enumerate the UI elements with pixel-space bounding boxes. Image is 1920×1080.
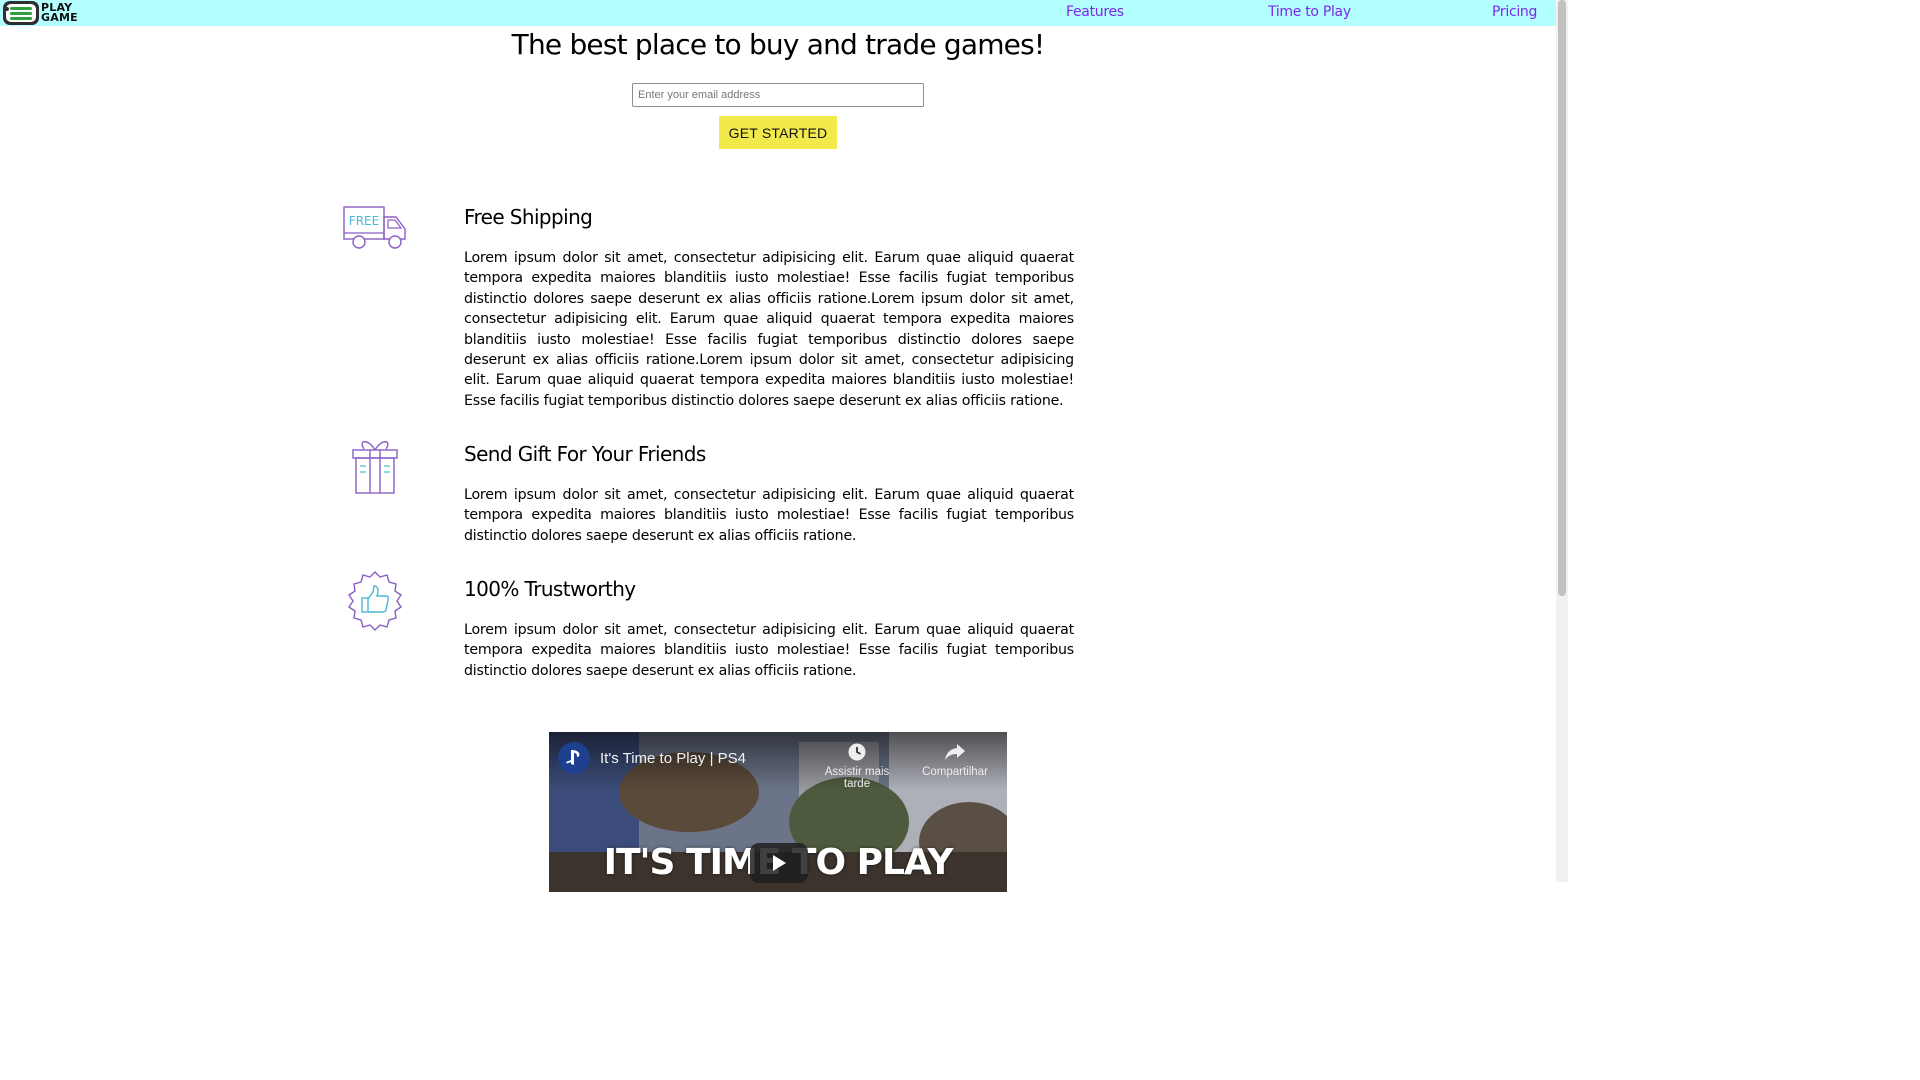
feature-text-send-gift: Lorem ipsum dolor sit amet, consectetur … — [464, 487, 1074, 544]
nav-link-time-to-play[interactable]: Time to Play — [1268, 4, 1351, 20]
free-shipping-truck-icon: FREE — [343, 206, 406, 249]
feature-text-free-shipping: Lorem ipsum dolor sit amet, consectetur … — [464, 250, 1074, 409]
playstation-icon[interactable] — [558, 742, 590, 774]
nav-link-pricing[interactable]: Pricing — [1492, 4, 1537, 20]
email-input[interactable] — [632, 83, 924, 107]
nav-link-features[interactable]: Features — [1066, 4, 1124, 20]
feature-title-send-gift: Send Gift For Your Friends — [464, 442, 706, 466]
get-started-button[interactable]: GET STARTED — [719, 116, 837, 149]
play-icon — [773, 855, 786, 871]
free-badge-text: FREE — [349, 214, 379, 228]
hero-title: The best place to buy and trade games! — [511, 28, 1045, 61]
gift-icon — [352, 440, 398, 494]
page-scrollbar[interactable] — [1556, 0, 1568, 882]
watch-later-button[interactable]: Assistir mais tarde — [812, 742, 902, 790]
watch-later-label: Assistir mais tarde — [824, 766, 890, 790]
share-icon — [945, 744, 965, 760]
nav-links: Features Time to Play Pricing — [0, 0, 1556, 26]
navbar: PLAY GAME Features Time to Play Pricing — [0, 0, 1556, 26]
video-title[interactable]: It's Time to Play | PS4 — [600, 750, 746, 767]
video-embed[interactable]: It's Time to Play | PS4 Assistir mais ta… — [549, 732, 1007, 892]
scrollbar-thumb[interactable] — [1558, 0, 1566, 596]
feature-title-trustworthy: 100% Trustworthy — [464, 577, 636, 601]
play-button[interactable] — [750, 843, 808, 883]
feature-text-trustworthy: Lorem ipsum dolor sit amet, consectetur … — [464, 622, 1074, 679]
share-label: Compartilhar — [922, 766, 988, 778]
thumbs-up-badge-icon — [348, 571, 402, 631]
landing-page: PLAY GAME Features Time to Play Pricing … — [0, 0, 1568, 892]
clock-icon — [848, 743, 866, 761]
share-button[interactable]: Compartilhar — [910, 742, 1000, 778]
feature-title-free-shipping: Free Shipping — [464, 205, 593, 229]
